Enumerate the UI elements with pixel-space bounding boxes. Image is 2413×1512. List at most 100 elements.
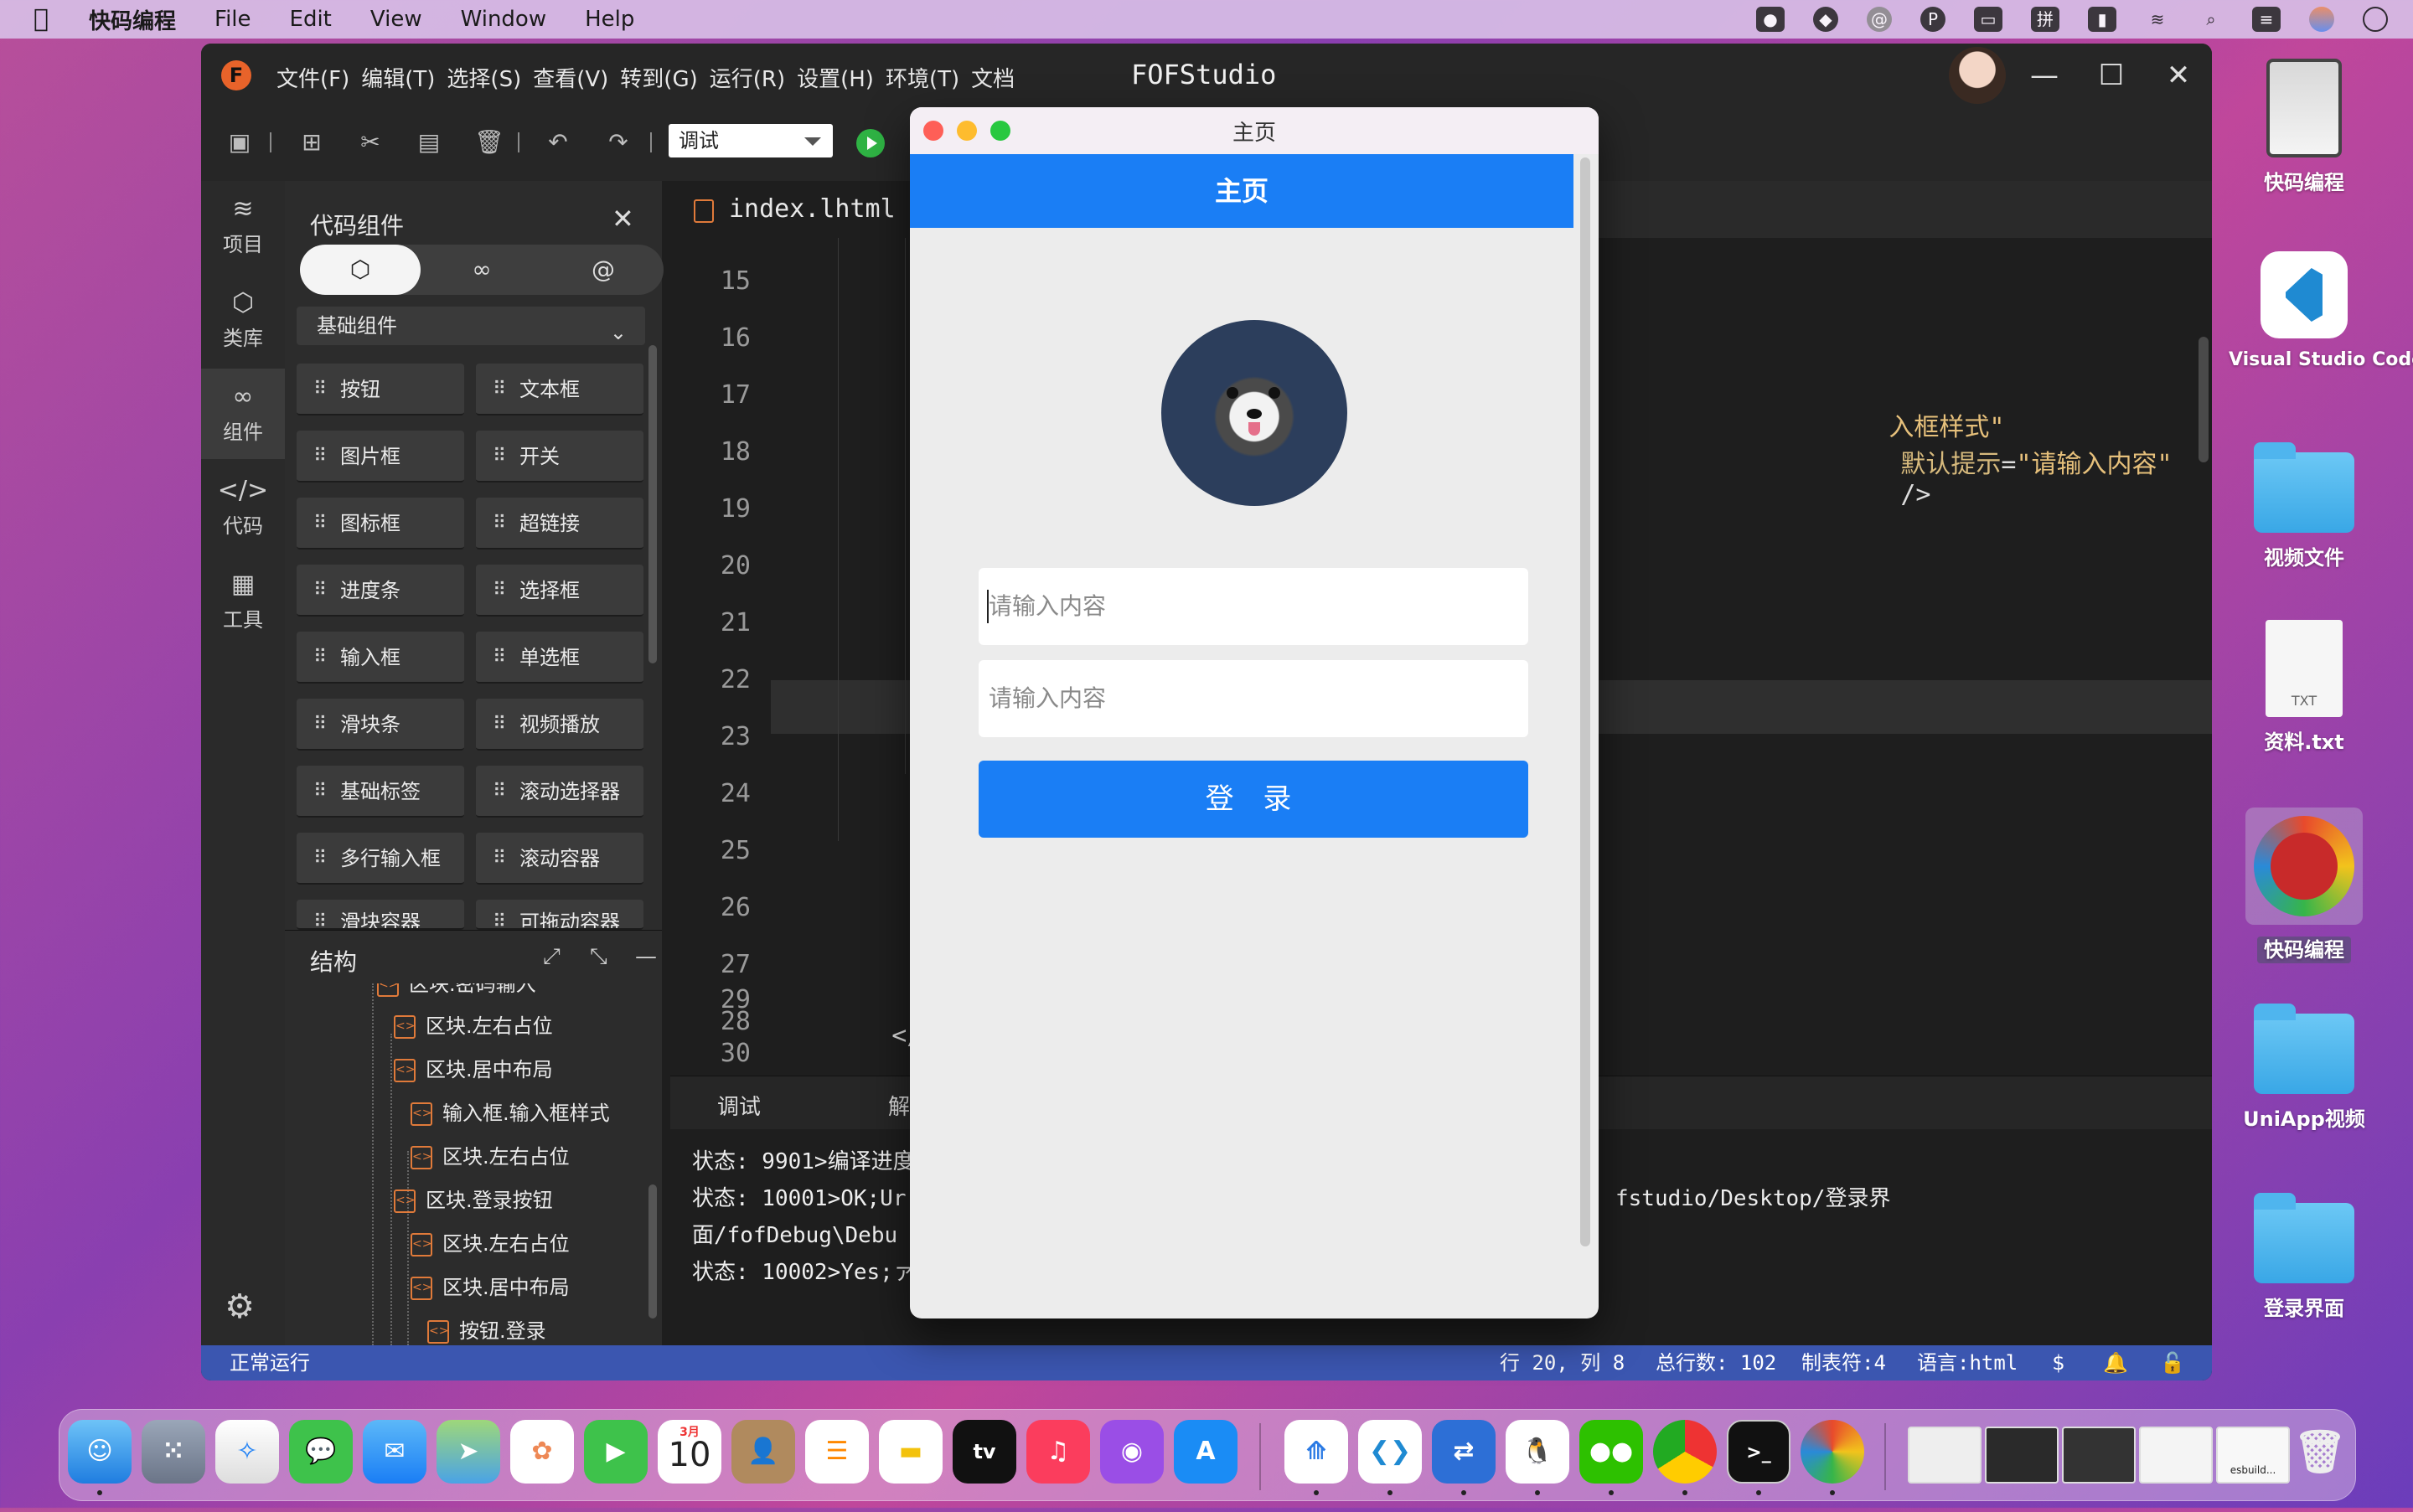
- tv-icon[interactable]: tv: [953, 1420, 1016, 1484]
- cut-icon[interactable]: ✂: [357, 129, 384, 156]
- save-icon[interactable]: ▣: [226, 129, 253, 156]
- kuaima-dock-icon[interactable]: [1801, 1420, 1864, 1484]
- collapse-icon[interactable]: ⤡: [590, 944, 607, 970]
- menu-app-name[interactable]: 快码编程: [89, 4, 176, 35]
- component-movable[interactable]: ⠿ 可拖动容器: [476, 900, 643, 930]
- component-icon[interactable]: ⠿ 图标框: [297, 498, 464, 550]
- finder-icon[interactable]: ☺: [68, 1420, 132, 1484]
- trash-icon[interactable]: 🗑: [2288, 1420, 2352, 1484]
- tab-parse[interactable]: 解: [888, 1090, 910, 1121]
- activity-components[interactable]: ∞ 组件: [201, 369, 285, 459]
- ide-menu-view[interactable]: 查看(V): [533, 62, 608, 93]
- new-file-icon[interactable]: ⊞: [298, 129, 325, 156]
- paste-icon[interactable]: ▤: [416, 129, 442, 156]
- component-slider[interactable]: ⠿ 滑块条: [297, 699, 464, 751]
- photos-icon[interactable]: ✿: [510, 1420, 574, 1484]
- ide-menu-goto[interactable]: 转到(G): [620, 62, 697, 93]
- window-thumbnail[interactable]: esbuild...: [2216, 1427, 2290, 1484]
- activity-code[interactable]: </> 代码: [201, 462, 285, 553]
- status-language[interactable]: 语言:html: [1917, 1345, 2018, 1380]
- music-icon[interactable]: ♫: [1026, 1420, 1090, 1484]
- redo-icon[interactable]: ↷: [605, 129, 632, 156]
- reminders-icon[interactable]: ☰: [805, 1420, 869, 1484]
- desktop-icon-kuaima[interactable]: 快码编程: [2229, 808, 2379, 963]
- clock-icon[interactable]: [2363, 7, 2388, 32]
- ide-menu-run[interactable]: 运行(R): [710, 62, 785, 93]
- component-progress[interactable]: ⠿ 进度条: [297, 565, 464, 617]
- menu-view[interactable]: View: [370, 7, 422, 32]
- status-tab-size[interactable]: 制表符:4: [1801, 1345, 1886, 1380]
- tree-row[interactable]: <> 按钮.登录: [427, 1310, 546, 1345]
- tree-row[interactable]: <> 区块.左右占位: [394, 1005, 553, 1047]
- user-avatar[interactable]: [1949, 47, 2006, 104]
- close-icon[interactable]: ✕: [2162, 59, 2195, 92]
- tree-row[interactable]: <> 区块.居中布局: [394, 1049, 553, 1091]
- password-input[interactable]: 请输入内容: [979, 660, 1528, 737]
- launchpad-icon[interactable]: ⁙: [142, 1420, 205, 1484]
- component-label-basic[interactable]: ⠿ 基础标签: [297, 766, 464, 818]
- delete-icon[interactable]: 🗑: [474, 129, 504, 156]
- apple-icon[interactable]: : [34, 7, 55, 32]
- component-swiper[interactable]: ⠿ 滑块容器: [297, 900, 464, 930]
- components-scrollbar[interactable]: [648, 345, 657, 663]
- menu-window[interactable]: Window: [461, 7, 547, 32]
- ide-menu-env[interactable]: 环境(T): [886, 62, 959, 93]
- run-button[interactable]: [856, 129, 885, 157]
- safari-icon[interactable]: ✧: [215, 1420, 279, 1484]
- maps-icon[interactable]: ➤: [437, 1420, 500, 1484]
- menu-file[interactable]: File: [214, 7, 251, 32]
- ide-menu-edit[interactable]: 编辑(T): [361, 62, 435, 93]
- tree-row[interactable]: <> 区块.密码输入: [377, 983, 536, 1005]
- bell-icon[interactable]: ◆: [1813, 7, 1838, 32]
- window-thumbnail[interactable]: [1908, 1427, 1982, 1484]
- component-checkbox[interactable]: ⠿ 选择框: [476, 565, 643, 617]
- component-scroll-container[interactable]: ⠿ 滚动容器: [476, 833, 643, 885]
- podcasts-icon[interactable]: ◉: [1100, 1420, 1164, 1484]
- control-center-icon[interactable]: ≡: [2252, 7, 2281, 32]
- tree-row[interactable]: <> 输入框.输入框样式: [411, 1092, 610, 1134]
- search-icon[interactable]: ⌕: [2199, 7, 2224, 32]
- mail-icon[interactable]: ✉: [363, 1420, 426, 1484]
- activity-project[interactable]: ≋ 项目: [201, 181, 285, 271]
- qq-icon[interactable]: 🐧: [1506, 1420, 1569, 1484]
- window-thumbnail[interactable]: [2062, 1427, 2136, 1484]
- at-icon[interactable]: @: [543, 245, 664, 295]
- menu-help[interactable]: Help: [585, 7, 634, 32]
- display-icon[interactable]: ▭: [1974, 7, 2002, 32]
- component-input[interactable]: ⠿ 输入框: [297, 632, 464, 684]
- maximize-icon[interactable]: ☐: [2095, 59, 2128, 92]
- p-icon[interactable]: P: [1920, 7, 1945, 32]
- siri-icon[interactable]: [2309, 7, 2334, 32]
- minus-icon[interactable]: —: [635, 944, 657, 969]
- activity-tools[interactable]: ▦ 工具: [201, 556, 285, 647]
- editor-tab[interactable]: index.lhtml: [670, 181, 929, 238]
- component-video[interactable]: ⠿ 视频播放: [476, 699, 643, 751]
- remote-desktop-icon[interactable]: ⇄: [1432, 1420, 1496, 1484]
- messages-icon[interactable]: 💬: [289, 1420, 353, 1484]
- component-textarea[interactable]: ⠿ 多行输入框: [297, 833, 464, 885]
- window-thumbnail[interactable]: [1985, 1427, 2059, 1484]
- minimize-icon[interactable]: —: [2028, 59, 2061, 92]
- cube-icon[interactable]: ⬡: [300, 245, 421, 295]
- component-textbox[interactable]: ⠿ 文本框: [476, 364, 643, 415]
- terminal-icon[interactable]: >_: [1727, 1420, 1790, 1484]
- tree-row[interactable]: <> 区块.左右占位: [411, 1136, 570, 1178]
- wechat-icon[interactable]: ●: [1756, 7, 1785, 32]
- app-store-icon[interactable]: A: [1174, 1420, 1238, 1484]
- component-radio[interactable]: ⠿ 单选框: [476, 632, 643, 684]
- facetime-icon[interactable]: ▶: [584, 1420, 648, 1484]
- desktop-icon-uniapp-folder[interactable]: UniApp视频: [2229, 1004, 2379, 1132]
- desktop-icon-vscode[interactable]: Visual Studio Code: [2229, 251, 2413, 370]
- gear-icon[interactable]: ⚙: [221, 1288, 258, 1325]
- bell-icon[interactable]: 🔔: [2103, 1350, 2128, 1375]
- contacts-icon[interactable]: 👤: [731, 1420, 795, 1484]
- undo-icon[interactable]: ↶: [545, 129, 571, 156]
- vscode-dock-icon[interactable]: ❮❯: [1358, 1420, 1422, 1484]
- tab-debug[interactable]: 调试: [717, 1090, 761, 1121]
- tree-row[interactable]: <> 区块.居中布局: [411, 1267, 570, 1308]
- component-picker[interactable]: ⠿ 滚动选择器: [476, 766, 643, 818]
- component-link[interactable]: ⠿ 超链接: [476, 498, 643, 550]
- calendar-icon[interactable]: 3月 10: [658, 1420, 721, 1484]
- tree-row[interactable]: <> 区块.左右占位: [411, 1223, 570, 1265]
- unlock-icon[interactable]: 🔓: [2160, 1350, 2185, 1375]
